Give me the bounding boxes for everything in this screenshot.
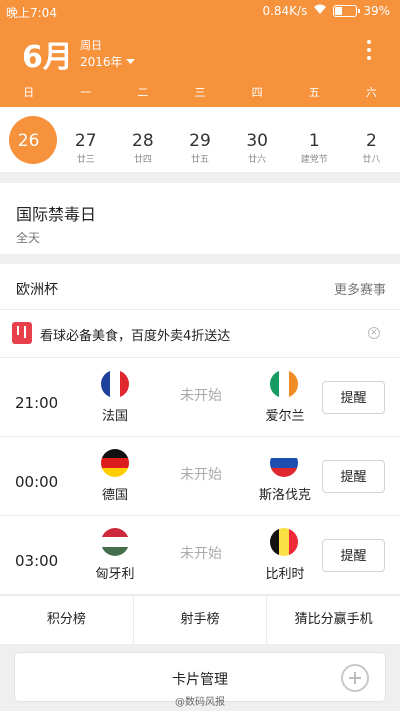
more-menu-icon[interactable] [366,40,372,60]
match-row[interactable]: 00:00 德国 未开始 斯洛伐克 提醒 [0,437,400,516]
match-status: 未开始 [180,467,222,483]
match-time: 00:00 [15,473,59,491]
match-row[interactable]: 03:00 匈牙利 未开始 比利时 提醒 [0,516,400,595]
day-number: 27 [74,131,97,151]
away-team: 斯洛伐克 [258,488,311,503]
watermark-text: @数码风报 [175,697,225,708]
euro-cup-card: 欧洲杯 更多赛事 看球必备美食，百度外卖4折送达 ✕ 21:00 法国 未开始 … [0,264,400,644]
day-cell[interactable]: 30 廿六 [229,107,286,172]
match-time: 03:00 [15,552,59,570]
day-cell[interactable]: 27 廿三 [57,107,114,172]
day-number: 26 [17,131,40,151]
belgium-flag-icon [270,528,298,556]
match-status: 未开始 [180,546,222,562]
ireland-flag-icon [270,370,298,398]
weekday-label: 日 [23,86,35,99]
home-team: 匈牙利 [95,567,135,582]
status-indicators: 0.84K/s 39% [262,4,390,18]
slovakia-flag-icon [270,449,298,477]
event-title: 国际禁毒日 [16,205,97,224]
remind-button[interactable]: 提醒 [322,460,385,493]
day-number: 1 [308,131,320,151]
close-icon[interactable]: ✕ [368,327,380,339]
chevron-down-icon [125,58,135,64]
year-selector[interactable]: 2016年 [80,53,135,70]
lunar-date: 建党节 [300,155,328,165]
weekday-label: 三 [194,86,206,99]
status-bar: 晚上7:04 0.84K/s 39% [0,0,400,24]
more-matches-link[interactable]: 更多赛事 [334,279,386,298]
day-cell[interactable]: 2 廿八 [343,107,400,172]
lunar-date: 廿八 [362,155,381,165]
remind-button[interactable]: 提醒 [322,539,385,572]
event-card[interactable]: 国际禁毒日 全天 [0,183,400,254]
france-flag-icon [101,370,129,398]
day-cell-today[interactable]: 26 [0,107,57,172]
week-strip: 26 27 廿三 28 廿四 29 廿五 30 廿六 1 建党节 2 廿八 [0,107,400,172]
away-team: 比利时 [265,567,305,582]
day-number: 28 [132,131,154,151]
day-number: 30 [246,131,268,151]
weekday-label: 五 [308,86,320,99]
lunar-date: 廿三 [76,155,95,165]
match-row[interactable]: 21:00 法国 未开始 爱尔兰 提醒 [0,358,400,437]
weekday-row: 日 一 二 三 四 五 六 [0,84,400,100]
euro-tabs: 积分榜 射手榜 猜比分赢手机 [0,595,400,644]
day-number: 2 [366,131,377,151]
lunar-date: 廿五 [190,155,209,165]
card-header: 欧洲杯 更多赛事 [0,264,400,310]
weekday-label: 四 [251,86,263,99]
status-time: 晚上7:04 [6,6,57,20]
lunar-date: 廿四 [133,155,152,165]
month-title[interactable]: 6月 [22,32,73,76]
today-weekday: 周日 [80,39,102,52]
promo-text: 看球必备美食，百度外卖4折送达 [40,329,231,344]
tab-top-scorers[interactable]: 射手榜 [132,596,267,644]
match-time: 21:00 [15,394,59,412]
day-cell[interactable]: 28 廿四 [114,107,171,172]
card-title: 欧洲杯 [16,282,58,298]
wifi-icon [313,4,327,18]
match-status: 未开始 [180,388,222,404]
lunar-date: 廿六 [248,155,267,165]
tab-standings[interactable]: 积分榜 [0,596,133,644]
weekday-label: 六 [365,86,377,99]
germany-flag-icon [101,449,129,477]
battery-icon [333,5,361,17]
tab-guess-score[interactable]: 猜比分赢手机 [266,596,400,644]
weekday-label: 二 [137,86,149,99]
remind-button[interactable]: 提醒 [322,381,385,414]
battery-percent: 39% [363,4,390,18]
event-duration: 全天 [16,231,41,245]
day-cell[interactable]: 1 建党节 [286,107,343,172]
home-team: 德国 [101,488,128,503]
home-team: 法国 [101,409,128,424]
add-icon[interactable] [341,664,369,692]
hungary-flag-icon [101,528,129,556]
day-cell[interactable]: 29 廿五 [171,107,228,172]
calendar-header: 晚上7:04 0.84K/s 39% 6月 周日 2016年 日 一 二 三 四… [0,0,400,107]
fork-knife-icon [12,322,32,344]
promo-banner[interactable]: 看球必备美食，百度外卖4折送达 ✕ [0,310,400,358]
day-number: 29 [189,131,211,151]
away-team: 爱尔兰 [265,409,305,424]
card-management-label: 卡片管理 [172,672,228,688]
year-label: 2016年 [80,55,123,69]
network-speed: 0.84K/s [262,4,308,18]
weekday-label: 一 [80,86,92,99]
